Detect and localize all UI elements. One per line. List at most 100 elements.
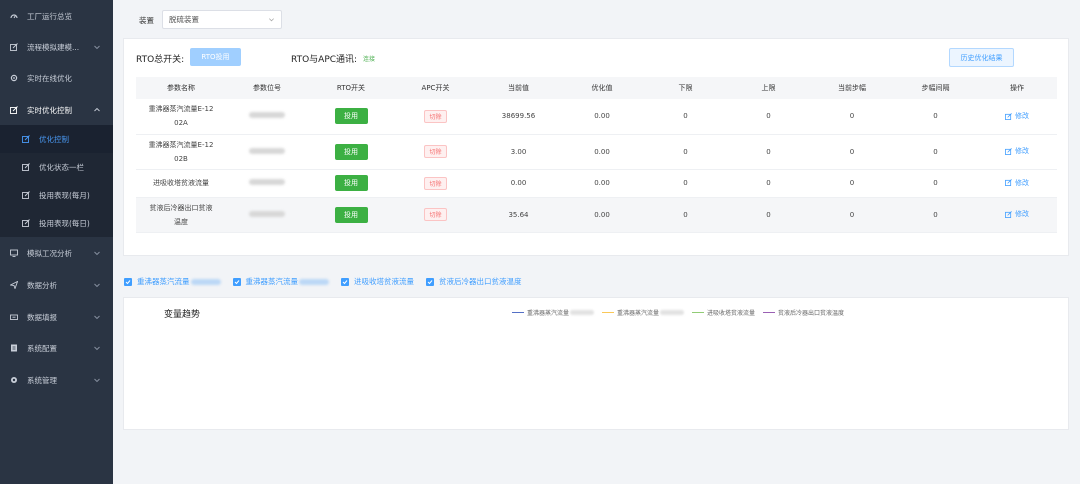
variable-checkbox[interactable]: 重沸器蒸汽流量: [124, 276, 221, 287]
legend-item[interactable]: 重沸器蒸汽流量: [512, 308, 595, 317]
sidebar-item-label: 数据分析: [27, 280, 57, 290]
redacted-tag: [190, 278, 221, 285]
lower-limit: 0: [644, 197, 727, 233]
checkbox-checked-icon: [124, 277, 132, 286]
edit-link[interactable]: 修改: [1005, 146, 1029, 156]
sidebar-item-label: 实时在线优化: [27, 73, 72, 83]
legend-item[interactable]: 贫液后冷器出口贫液温度: [763, 308, 844, 317]
checkbox-label: 贫液后冷器出口贫液温度: [439, 277, 522, 286]
sidebar-item-modeling[interactable]: 流程模拟建模...: [0, 32, 113, 62]
apc-comm-label: RTO与APC通讯:: [291, 55, 358, 65]
param-name-line: 02B: [174, 154, 188, 163]
sidebar-item-label: 数据填报: [27, 312, 57, 322]
sidebar-item-overview[interactable]: 工厂运行总览: [0, 1, 113, 31]
apc-status-badge: 连接: [363, 56, 376, 63]
step-interval: 0: [894, 169, 977, 198]
gear-icon: [10, 74, 18, 82]
apc-cut-tag[interactable]: 切除: [424, 176, 447, 190]
legend-item[interactable]: 进吸收塔贫液流量: [692, 308, 755, 317]
step-interval: 0: [894, 197, 977, 233]
param-tag: [226, 99, 308, 135]
variable-checkbox[interactable]: 贫液后冷器出口贫液温度: [426, 276, 522, 287]
sidebar-subitem-daily[interactable]: 投用表现(每日): [0, 209, 113, 237]
sidebar-item-label: 实时优化控制: [27, 105, 72, 115]
sidebar-item-sys-admin[interactable]: 系统管理: [0, 365, 113, 395]
apc-cut-tag[interactable]: 切除: [424, 208, 447, 221]
param-tag: [226, 197, 308, 233]
chart-legend: 重沸器蒸汽流量 重沸器蒸汽流量 进吸收塔贫液流量 贫液后冷器出口贫液温度: [512, 308, 852, 317]
col-header: 当前值: [477, 77, 560, 99]
sidebar-item-label: 模拟工况分析: [27, 248, 72, 258]
history-results-button[interactable]: 历史优化结果: [949, 48, 1014, 67]
variable-checkbox[interactable]: 重沸器蒸汽流量: [232, 276, 329, 287]
sidebar-item-label: 工厂运行总览: [27, 11, 72, 21]
edit-icon: [22, 163, 30, 171]
control-card: RTO总开关: RTO投用 RTO与APC通讯: 连接 历史优化结果 参数名称 …: [123, 38, 1069, 256]
edit-icon: [10, 43, 18, 51]
redacted-tag: [570, 310, 595, 315]
legend-label: 重沸器蒸汽流量: [617, 310, 660, 317]
device-select-value: 脱硫装置: [169, 15, 199, 24]
sidebar-subitem-opt-control[interactable]: 优化控制: [0, 125, 113, 153]
device-select[interactable]: 脱硫装置: [162, 10, 282, 29]
rto-enable-button[interactable]: RTO投用: [190, 48, 241, 66]
edit-icon: [1005, 112, 1012, 120]
sidebar-item-sim-analysis[interactable]: 模拟工况分析: [0, 238, 113, 268]
edit-icon: [1005, 179, 1012, 187]
table-row: 进吸收塔贫液流量 投用 切除 0.00 0.00 0 0 0 0 修改: [136, 169, 1057, 198]
apc-cell: 切除: [394, 134, 477, 170]
redacted-tag: [249, 210, 285, 217]
optimized-value: 0.00: [560, 99, 644, 135]
edit-icon: [22, 219, 30, 227]
edit-icon: [22, 135, 30, 143]
col-header: RTO开关: [308, 77, 394, 99]
col-header: APC开关: [394, 77, 477, 99]
edit-link[interactable]: 修改: [1005, 209, 1029, 219]
sidebar-item-sys-config[interactable]: 系统配置: [0, 333, 113, 363]
sidebar-subitem-monthly[interactable]: 投用表现(每月): [0, 181, 113, 209]
rto-enable-button[interactable]: 投用: [334, 175, 368, 191]
legend-line: [602, 311, 615, 314]
sidebar-item-label: 系统配置: [27, 343, 57, 353]
rto-cell: 投用: [308, 134, 394, 170]
sidebar-subitem-opt-status[interactable]: 优化状态一栏: [0, 153, 113, 181]
param-name-line: 02A: [174, 119, 188, 128]
edit-label: 修改: [1015, 178, 1029, 187]
sidebar-item-data-analysis[interactable]: 数据分析: [0, 270, 113, 300]
rto-enable-button[interactable]: 投用: [334, 143, 368, 160]
edit-link[interactable]: 修改: [1005, 111, 1029, 121]
rto-enable-button[interactable]: 投用: [334, 206, 368, 223]
chevron-down-icon: [269, 18, 274, 22]
rto-switch-label: RTO总开关:: [136, 55, 185, 65]
edit-icon: [10, 106, 18, 114]
apc-cut-tag[interactable]: 切除: [424, 145, 447, 158]
lower-limit: 0: [644, 169, 727, 198]
edit-link[interactable]: 修改: [1005, 178, 1029, 188]
chevron-down-icon: [94, 346, 100, 351]
redacted-tag: [299, 278, 329, 285]
current-value: 35.64: [477, 197, 560, 233]
lower-limit: 0: [644, 134, 727, 170]
param-name-line: 重沸器蒸汽流量E-12: [148, 105, 214, 114]
apc-cell: 切除: [394, 99, 477, 135]
rto-enable-button[interactable]: 投用: [334, 108, 368, 125]
action-cell: 修改: [977, 99, 1057, 135]
param-name: 重沸器蒸汽流量E-12 02A: [136, 99, 226, 135]
current-step: 0: [810, 99, 894, 135]
sidebar-item-data-entry[interactable]: 数据填报: [0, 302, 113, 332]
legend-label: 重沸器蒸汽流量: [527, 310, 570, 317]
variable-checkbox[interactable]: 进吸收塔贫液流量: [341, 276, 414, 287]
legend-item[interactable]: 重沸器蒸汽流量: [602, 308, 685, 317]
edit-icon: [22, 191, 30, 199]
checkbox-checked-icon: [426, 277, 434, 286]
apc-cut-tag[interactable]: 切除: [424, 109, 447, 123]
dashboard-icon: [10, 12, 18, 20]
current-step: 0: [810, 134, 894, 170]
param-name: 进吸收塔贫液流量: [136, 169, 226, 198]
sidebar-item-realtime-control[interactable]: 实时优化控制: [0, 95, 113, 125]
sidebar-item-online-opt[interactable]: 实时在线优化: [0, 63, 113, 93]
legend-line: [512, 311, 524, 314]
sidebar-subitem-label: 投用表现(每日): [39, 218, 90, 228]
current-value: 3.00: [477, 134, 560, 170]
table-row: 重沸器蒸汽流量E-12 02A 投用 切除 38699.56 0.00 0 0 0…: [136, 99, 1057, 135]
